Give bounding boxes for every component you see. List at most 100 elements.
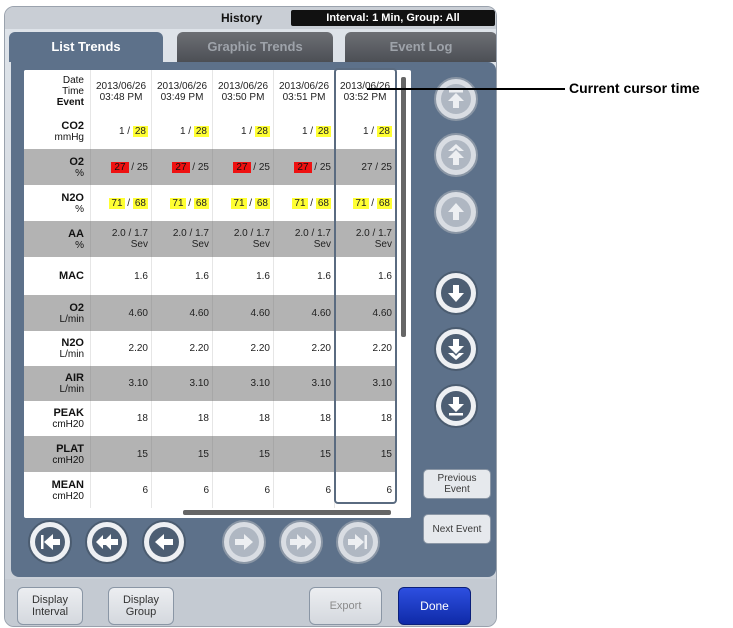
next-event-button[interactable]: Next Event [423,514,491,544]
table-cell[interactable]: 1 / 28 [90,113,151,149]
table-cell[interactable]: 18 [273,401,334,436]
table-cell[interactable]: 15 [212,436,273,472]
down-button[interactable] [434,271,478,315]
table-cell[interactable]: 2.0 / 1.7 Sev [273,221,334,257]
page-up-button[interactable] [434,77,478,121]
table-cell[interactable]: 15 [273,436,334,472]
table-cell[interactable]: 2.0 / 1.7 Sev [151,221,212,257]
table-cell[interactable]: 3.10 [334,366,395,401]
table-cell[interactable]: 1 / 28 [212,113,273,149]
table-cell[interactable]: 27 / 25 [273,149,334,185]
cell-value-b: 25 [319,161,331,173]
table-cell[interactable]: 27 / 25 [334,149,395,185]
table-cell[interactable]: 4.60 [151,295,212,331]
table-cell[interactable]: 71 / 68 [90,185,151,221]
last-button[interactable] [336,520,380,564]
table-cell[interactable]: 4.60 [334,295,395,331]
table-cell[interactable]: 18 [334,401,395,436]
horizontal-scrollbar[interactable] [183,510,391,515]
table-row: CO2 mmHg 1 / 28 1 / 28 1 / 28 1 / 28 1 / 28 [24,113,395,149]
page-down-icon [441,391,471,421]
export-button[interactable]: Export [309,587,382,625]
cell-value: 1.6 [378,270,392,282]
column-header[interactable]: 2013/06/26 03:51 PM [273,70,334,113]
fast-forward-button[interactable] [279,520,323,564]
double-down-button[interactable] [434,327,478,371]
parameter-unit: % [75,239,84,251]
table-cell[interactable]: 1 / 28 [273,113,334,149]
column-header[interactable]: 2013/06/26 03:50 PM [212,70,273,113]
table-cell[interactable]: 6 [273,472,334,508]
table-cell[interactable]: 1.6 [212,257,273,295]
table-cell[interactable]: 2.20 [90,331,151,366]
tab-graphic-trends[interactable]: Graphic Trends [177,32,333,62]
back-button[interactable] [142,520,186,564]
cell-separator: / [124,197,133,209]
table-cell[interactable]: 18 [151,401,212,436]
table-cell[interactable]: 71 / 68 [151,185,212,221]
table-cell[interactable]: 4.60 [90,295,151,331]
table-cell[interactable]: 1.6 [273,257,334,295]
table-cell[interactable]: 6 [90,472,151,508]
cell-value: 15 [136,448,148,460]
table-row: AA% 2.0 / 1.7 Sev 2.0 / 1.7 Sev 2.0 / 1.7 Sev 2… [24,221,395,257]
tab-list-trends[interactable]: List Trends [9,32,163,62]
table-cell[interactable]: 71 / 68 [273,185,334,221]
column-header[interactable]: 2013/06/26 03:48 PM [90,70,151,113]
table-cell[interactable]: 3.10 [90,366,151,401]
page-down-button[interactable] [434,384,478,428]
cell-value: 1.6 [256,270,270,282]
table-cell[interactable]: 1.6 [151,257,212,295]
table-cell[interactable]: 3.10 [212,366,273,401]
table-cell[interactable]: 18 [212,401,273,436]
history-window: History Interval: 1 Min, Group: All List… [4,6,497,627]
table-cell[interactable]: 1 / 28 [334,113,395,149]
table-cell[interactable]: 6 [334,472,395,508]
display-group-button[interactable]: Display Group [108,587,174,625]
table-cell[interactable]: 3.10 [151,366,212,401]
table-cell[interactable]: 71 / 68 [334,185,395,221]
vertical-scrollbar[interactable] [401,77,406,337]
display-interval-button[interactable]: Display Interval [17,587,83,625]
table-cell[interactable]: 1.6 [334,257,395,295]
table-cell[interactable]: 2.0 / 1.7 Sev [90,221,151,257]
table-cell[interactable]: 2.20 [151,331,212,366]
table-cell[interactable]: 15 [90,436,151,472]
tab-event-log[interactable]: Event Log [345,32,496,62]
table-cell[interactable]: 2.20 [334,331,395,366]
table-cell[interactable]: 18 [90,401,151,436]
trend-table[interactable]: Date Time Event 2013/06/26 03:48 PM 2013/06/2… [24,70,411,518]
up-button[interactable] [434,190,478,234]
table-cell[interactable]: 4.60 [212,295,273,331]
table-cell[interactable]: 71 / 68 [212,185,273,221]
table-cell[interactable]: 15 [151,436,212,472]
cell-value: 2.20 [250,343,270,354]
table-cell[interactable]: 2.0 / 1.7 Sev [334,221,395,257]
table-cell[interactable]: 6 [212,472,273,508]
forward-button[interactable] [222,520,266,564]
table-cell[interactable]: 2.0 / 1.7 Sev [212,221,273,257]
table-cell[interactable]: 4.60 [273,295,334,331]
fast-back-button[interactable] [85,520,129,564]
first-button[interactable] [28,520,72,564]
done-button[interactable]: Done [398,587,471,625]
double-down-icon [441,334,471,364]
table-cell[interactable]: 27 / 25 [151,149,212,185]
cell-value-b: 25 [258,161,270,173]
table-cell[interactable]: 27 / 25 [212,149,273,185]
cell-value-b: 25 [197,161,209,173]
table-cell[interactable]: 27 / 25 [90,149,151,185]
table-cell[interactable]: 1.6 [90,257,151,295]
column-header[interactable]: 2013/06/26 03:49 PM [151,70,212,113]
table-cell[interactable]: 15 [334,436,395,472]
previous-event-button[interactable]: Previous Event [423,469,491,499]
table-cell[interactable]: 2.20 [273,331,334,366]
cell-value: 15 [197,448,209,460]
table-cell[interactable]: 6 [151,472,212,508]
table-cell[interactable]: 1 / 28 [151,113,212,149]
column-header[interactable]: 2013/06/26 03:52 PM [334,70,395,113]
table-cell[interactable]: 3.10 [273,366,334,401]
double-up-button[interactable] [434,133,478,177]
table-cell[interactable]: 2.20 [212,331,273,366]
parameter-name: MEAN [51,478,84,491]
